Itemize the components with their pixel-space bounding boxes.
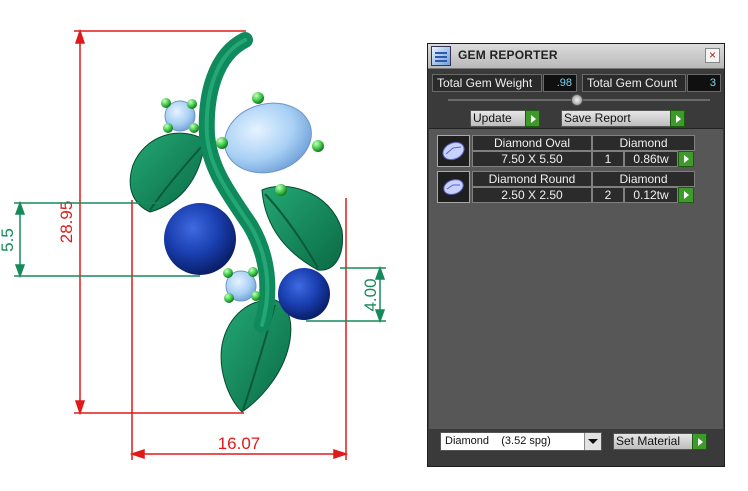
play-arrow-icon [670, 110, 685, 127]
dim-right-offset-text: 4.00 [361, 278, 380, 311]
gem-material: Diamond [592, 135, 695, 151]
gem-row-select-button[interactable] [678, 187, 694, 203]
dim-width-text: 16.07 [218, 434, 261, 453]
collapse-toggle[interactable] [571, 94, 583, 106]
gem-size: 7.50 X 5.50 [472, 151, 592, 167]
material-select[interactable]: Diamond (3.52 spg) [440, 432, 602, 451]
model-viewport[interactable]: 28.95 16.07 5.5 4.00 [0, 0, 420, 491]
material-select-value: Diamond (3.52 spg) [445, 435, 551, 447]
gem-row[interactable]: Diamond Oval Diamond 7.50 X 5.50 1 0.86t… [437, 135, 695, 167]
gem-list: Diamond Oval Diamond 7.50 X 5.50 1 0.86t… [429, 128, 723, 429]
set-material-button[interactable]: Set Material [613, 433, 707, 450]
gem-reporter-app-icon [431, 46, 451, 66]
sapphire-small[interactable] [278, 268, 330, 320]
update-button[interactable]: Update [470, 110, 540, 127]
total-gem-count-label: Total Gem Count [582, 74, 686, 92]
gem-material: Diamond [592, 171, 695, 187]
total-gem-weight-value: .98 [543, 74, 577, 92]
update-button-label: Update [473, 111, 512, 125]
play-arrow-icon [525, 110, 540, 127]
gem-count: 2 [592, 187, 624, 203]
gem-row-select-button[interactable] [678, 151, 694, 167]
total-gem-count-value: 3 [687, 74, 721, 92]
oval-gem-icon [437, 135, 470, 167]
save-report-button[interactable]: Save Report [561, 110, 685, 127]
dim-left-offset-text: 5.5 [0, 228, 17, 252]
leaf-middle-right [261, 185, 344, 271]
round-gem-icon [437, 171, 470, 203]
gem-row[interactable]: Diamond Round Diamond 2.50 X 2.50 2 0.12… [437, 171, 695, 203]
gem-size: 2.50 X 2.50 [472, 187, 592, 203]
save-report-button-label: Save Report [564, 111, 631, 125]
play-arrow-icon [692, 433, 707, 450]
gem-weight: 0.86tw [624, 151, 678, 167]
leaf-upper-left [129, 132, 206, 213]
gem-reporter-panel: GEM REPORTER × Total Gem Weight .98 Tota… [427, 43, 725, 467]
total-gem-weight-label: Total Gem Weight [432, 74, 542, 92]
dim-height-text: 28.95 [57, 201, 76, 244]
close-button[interactable]: × [705, 48, 720, 63]
panel-titlebar[interactable]: GEM REPORTER × [428, 44, 724, 69]
gem-name: Diamond Round [472, 171, 592, 187]
oval-diamond[interactable] [217, 94, 320, 182]
sapphire-large[interactable] [164, 203, 236, 275]
chevron-down-icon[interactable] [584, 433, 601, 450]
panel-title: GEM REPORTER [458, 48, 558, 62]
set-material-button-label: Set Material [616, 434, 681, 448]
gem-name: Diamond Oval [472, 135, 592, 151]
viewport-canvas: 28.95 16.07 5.5 4.00 [0, 28, 386, 460]
gem-count: 1 [592, 151, 624, 167]
gem-weight: 0.12tw [624, 187, 678, 203]
